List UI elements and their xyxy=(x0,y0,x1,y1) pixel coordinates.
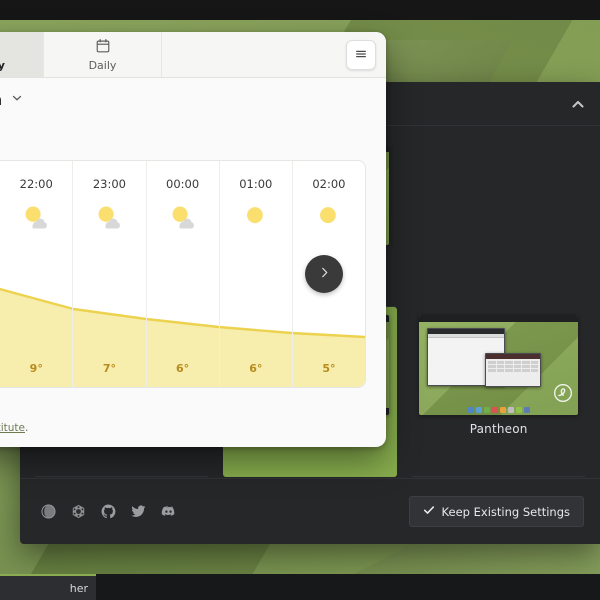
theme-thumbnail xyxy=(419,315,578,415)
data-attribution: logical Institute. xyxy=(0,422,28,434)
hour-column[interactable]: 01:00 6° xyxy=(220,161,293,387)
weather-headerbar: Hourly Daily xyxy=(0,32,386,78)
location-selector[interactable]: ngdom xyxy=(0,90,24,109)
hour-time: 00:00 xyxy=(166,177,200,191)
screen: Redmond xyxy=(0,0,600,600)
tab-hourly-label: Hourly xyxy=(0,58,5,72)
reddit-icon[interactable] xyxy=(66,500,90,524)
hamburger-menu-button[interactable] xyxy=(346,40,376,70)
desktop-taskbar: her xyxy=(0,574,600,600)
hour-column[interactable]: 00:00 6° xyxy=(147,161,220,387)
tab-daily-label: Daily xyxy=(88,58,117,72)
theme-card-pantheon[interactable]: Pantheon xyxy=(411,307,586,477)
grid-spacer xyxy=(411,137,586,307)
keep-existing-settings-button[interactable]: Keep Existing Settings xyxy=(408,496,584,527)
hour-time: 01:00 xyxy=(239,177,273,191)
hour-temp: 9° xyxy=(29,362,43,375)
hour-column[interactable]: 23:00 7° xyxy=(73,161,147,387)
chevron-down-icon[interactable] xyxy=(10,90,24,109)
next-hours-button[interactable] xyxy=(305,255,343,293)
hour-time: 22:00 xyxy=(19,177,53,191)
chevron-up-icon[interactable] xyxy=(570,96,586,112)
hour-time: 02:00 xyxy=(312,177,346,191)
social-links xyxy=(36,500,180,524)
calendar-icon xyxy=(95,38,111,57)
partly-cloudy-night-icon xyxy=(167,203,199,235)
theme-picker-footer: Keep Existing Settings xyxy=(20,478,600,544)
check-icon xyxy=(423,504,435,519)
twitter-icon[interactable] xyxy=(126,500,150,524)
hour-temp: 5° xyxy=(322,362,336,375)
theme-label: Pantheon xyxy=(469,422,528,436)
taskbar-item-label: her xyxy=(69,581,88,595)
tab-daily[interactable]: Daily xyxy=(44,32,162,77)
github-icon[interactable] xyxy=(96,500,120,524)
thumb-titlebar xyxy=(419,315,578,322)
thumb-calculator xyxy=(485,353,542,387)
clear-night-icon xyxy=(313,203,345,235)
weather-window: Hourly Daily xyxy=(0,32,386,447)
discord-icon[interactable] xyxy=(156,500,180,524)
elementary-logo-icon xyxy=(553,383,573,407)
partly-cloudy-night-icon xyxy=(20,203,52,235)
desktop-top-panel xyxy=(0,0,600,20)
hour-temp: 6° xyxy=(249,362,263,375)
hourly-forecast-chart: 21:00 10° 22:00 xyxy=(0,160,366,388)
keep-existing-settings-label: Keep Existing Settings xyxy=(441,504,570,519)
hour-temp: 6° xyxy=(176,362,190,375)
chevron-right-icon xyxy=(317,265,332,284)
hour-temp: 7° xyxy=(102,362,116,375)
clear-night-icon xyxy=(240,203,272,235)
location-name: ngdom xyxy=(0,91,2,109)
hour-column[interactable]: 22:00 9° xyxy=(0,161,74,387)
hour-time: 23:00 xyxy=(92,177,126,191)
taskbar-item-weather[interactable]: her xyxy=(0,574,96,600)
thumb-dock xyxy=(467,407,530,413)
attribution-link[interactable]: logical Institute xyxy=(0,422,25,434)
partly-cloudy-night-icon xyxy=(93,203,125,235)
globe-icon[interactable] xyxy=(36,500,60,524)
attribution-suffix: . xyxy=(25,422,29,434)
tab-hourly[interactable]: Hourly xyxy=(0,32,44,77)
hamburger-icon xyxy=(354,46,368,65)
